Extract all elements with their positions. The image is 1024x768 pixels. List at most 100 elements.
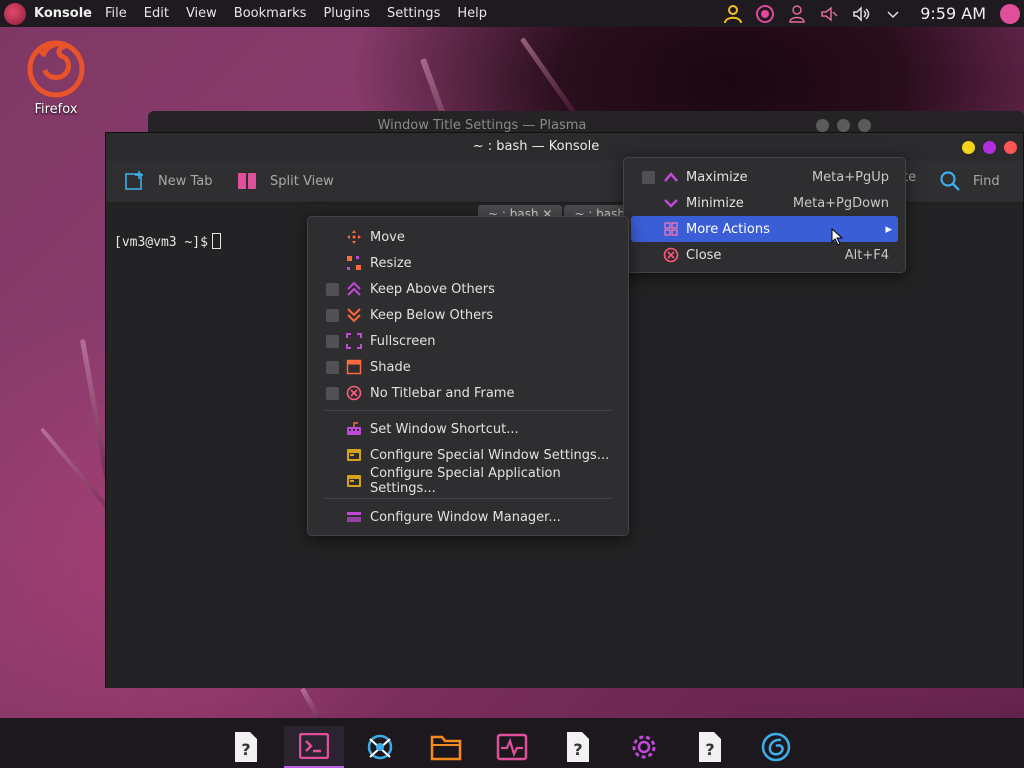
menu-help[interactable]: Help (457, 6, 487, 21)
firefox-icon (25, 36, 87, 98)
no-titlebar-checkbox[interactable] (326, 386, 339, 400)
keep-below-icon (346, 307, 362, 323)
minimize-button[interactable] (816, 119, 829, 132)
active-app-name: Konsole (34, 6, 92, 21)
menu-plugins[interactable]: Plugins (323, 6, 370, 21)
menu-item-label: Keep Above Others (370, 281, 495, 297)
menu-separator (324, 498, 612, 499)
menu-item-label: More Actions (686, 221, 770, 237)
menu-item-keep-above[interactable]: Keep Above Others (308, 276, 628, 302)
menu-item-minimize[interactable]: Minimize Meta+PgDown (624, 190, 905, 216)
network-icon (367, 734, 393, 760)
taskbar-item-unknown-2[interactable]: ? (548, 726, 608, 768)
desktop-icon-firefox[interactable]: Firefox (20, 36, 92, 117)
svg-text:?: ? (573, 740, 582, 759)
menu-settings[interactable]: Settings (387, 6, 440, 21)
menu-item-label: Close (686, 247, 722, 263)
menu-item-special-window-settings[interactable]: Configure Special Window Settings... (308, 442, 628, 468)
taskbar-item-system-monitor[interactable] (482, 726, 542, 768)
menu-item-maximize[interactable]: Maximize Meta+PgUp (624, 164, 905, 190)
fullscreen-icon (346, 333, 362, 349)
window-controls (954, 141, 1017, 154)
menu-item-shade[interactable]: Shade (308, 354, 628, 380)
window-operations-menu: Maximize Meta+PgUp Minimize Meta+PgDown … (623, 157, 906, 273)
account-icon[interactable] (786, 3, 808, 25)
minimize-button[interactable] (962, 141, 975, 154)
fullscreen-checkbox[interactable] (326, 334, 339, 348)
desktop-icon-label: Firefox (34, 102, 78, 117)
menu-item-label: Configure Special Window Settings... (370, 447, 610, 463)
taskbar-item-settings[interactable] (614, 726, 674, 768)
menu-item-label: Configure Special Application Settings..… (370, 466, 561, 496)
svg-text:?: ? (241, 740, 250, 759)
terminal-cursor (211, 233, 221, 249)
maximize-button[interactable] (983, 141, 996, 154)
volume-icon[interactable] (850, 3, 872, 25)
menu-item-keep-below[interactable]: Keep Below Others (308, 302, 628, 328)
split-view-label: Split View (270, 173, 334, 189)
konsole-title: ~ : bash — Konsole (472, 139, 600, 154)
keyboard-shortcut-icon (346, 421, 362, 437)
menu-item-label: Maximize (686, 169, 748, 185)
settings-icon (632, 735, 656, 759)
close-icon (663, 247, 679, 263)
taskbar-item-discover[interactable] (746, 726, 806, 768)
updates-icon[interactable] (754, 3, 776, 25)
user-icon[interactable] (722, 3, 744, 25)
menu-view[interactable]: View (186, 6, 217, 21)
shade-checkbox[interactable] (326, 360, 339, 374)
top-panel: Konsole File Edit View Bookmarks Plugins… (0, 0, 1024, 27)
menu-item-more-actions[interactable]: More Actions ▸ (631, 216, 898, 246)
menu-item-configure-window-manager[interactable]: Configure Window Manager... (308, 504, 628, 530)
keep-below-checkbox[interactable] (326, 308, 339, 322)
discover-icon (761, 732, 791, 762)
resize-icon (346, 255, 362, 271)
background-window-title: Window Title Settings — Plasma (377, 118, 587, 133)
taskbar-item-unknown-1[interactable]: ? (216, 726, 276, 768)
unknown-app-icon: ? (235, 732, 257, 762)
menu-item-resize[interactable]: Resize (308, 250, 628, 276)
new-tab-label: New Tab (158, 173, 213, 189)
menu-separator (324, 410, 612, 411)
wallpaper-decoration (520, 37, 576, 114)
microphone-muted-icon[interactable] (818, 3, 840, 25)
menu-item-label: Resize (370, 255, 412, 271)
menu-item-move[interactable]: Move (308, 224, 628, 250)
menu-item-no-titlebar[interactable]: No Titlebar and Frame (308, 380, 628, 406)
menu-item-label: Keep Below Others (370, 307, 494, 323)
window-manager-icon (346, 509, 362, 525)
find-label: Find (973, 173, 1000, 189)
maximize-checkbox[interactable] (642, 170, 655, 184)
taskbar-item-files[interactable] (416, 726, 476, 768)
menu-file[interactable]: File (105, 6, 127, 21)
chevron-down-icon[interactable] (882, 3, 904, 25)
application-settings-icon (346, 473, 362, 489)
close-button[interactable] (1004, 141, 1017, 154)
prompt-text: [vm3@vm3 ~]$ (114, 235, 208, 250)
menu-bookmarks[interactable]: Bookmarks (234, 6, 307, 21)
new-tab-button[interactable]: New Tab (124, 170, 213, 192)
split-view-icon (236, 170, 258, 192)
menu-item-shortcut: Alt+F4 (844, 247, 889, 263)
menu-item-special-application-settings[interactable]: Configure Special Application Settings..… (308, 466, 628, 496)
keep-above-checkbox[interactable] (326, 282, 339, 296)
taskbar-item-network[interactable] (350, 726, 410, 768)
no-titlebar-icon (346, 385, 362, 401)
find-button[interactable]: Find (939, 170, 1000, 192)
app-launcher-icon[interactable] (4, 2, 26, 25)
background-window-controls (816, 119, 879, 132)
taskbar-item-unknown-3[interactable]: ? (680, 726, 740, 768)
taskbar: ? ? ? (0, 718, 1024, 768)
menu-item-label: Fullscreen (370, 333, 436, 349)
taskbar-item-konsole[interactable] (284, 726, 344, 768)
menu-item-set-shortcut[interactable]: Set Window Shortcut... (308, 416, 628, 442)
menu-item-close[interactable]: Close Alt+F4 (624, 242, 905, 268)
split-view-button[interactable]: Split View (236, 170, 334, 192)
user-avatar[interactable] (1000, 3, 1020, 24)
clock[interactable]: 9:59 AM (920, 4, 986, 23)
close-button[interactable] (858, 119, 871, 132)
menu-edit[interactable]: Edit (144, 6, 169, 21)
maximize-button[interactable] (837, 119, 850, 132)
menu-item-fullscreen[interactable]: Fullscreen (308, 328, 628, 354)
menu-item-label: Shade (370, 359, 411, 375)
